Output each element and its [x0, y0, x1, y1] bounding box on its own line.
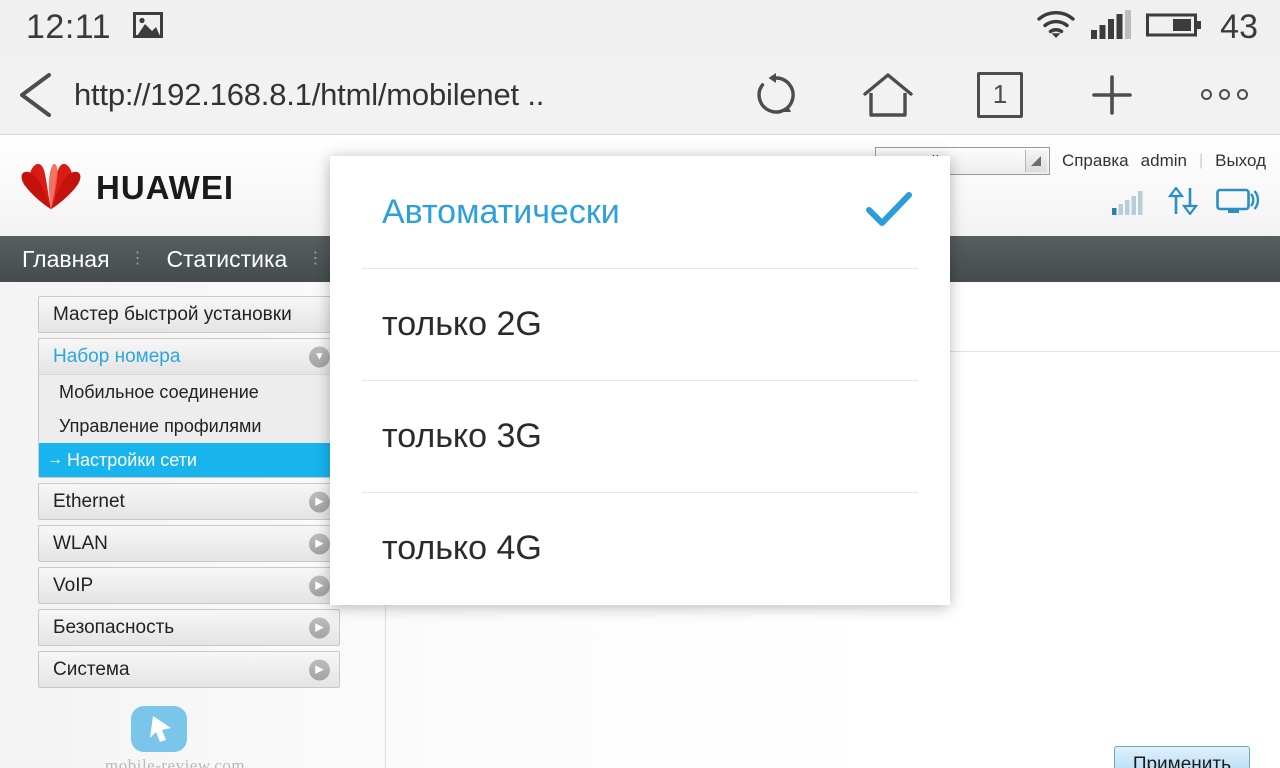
huawei-flower-logo	[20, 157, 82, 218]
home-icon[interactable]	[832, 71, 944, 119]
dialog-option-2g-only[interactable]: только 2G	[330, 268, 950, 380]
huawei-logo: HUAWEI	[20, 157, 234, 218]
android-status-bar: 12:11 43	[0, 0, 1280, 55]
chevron-right-icon: ▶	[309, 575, 330, 596]
nav-item-home[interactable]: Главная	[22, 246, 110, 273]
sidebar-item-profile-management[interactable]: Управление профилями	[39, 409, 339, 443]
dialog-option-label: Автоматически	[382, 192, 620, 231]
refresh-icon[interactable]	[720, 72, 832, 118]
dialog-option-label: только 4G	[382, 528, 542, 567]
nav-separator: ⋮	[307, 250, 325, 267]
more-options-icon[interactable]	[1168, 89, 1280, 100]
sidebar-item-quick-setup[interactable]: Мастер быстрой установки	[38, 296, 340, 333]
sidebar-item-label: WLAN	[53, 532, 108, 554]
sidebar-item-system[interactable]: Система ▶	[38, 651, 340, 688]
logout-link[interactable]: Выход	[1215, 151, 1266, 171]
image-icon	[133, 12, 164, 43]
dialog-option-3g-only[interactable]: только 3G	[330, 380, 950, 492]
status-bar-left: 12:11	[26, 8, 164, 47]
chevron-down-icon: ▼	[309, 346, 330, 367]
battery-icon	[1146, 10, 1202, 45]
sidebar-item-mobile-connection[interactable]: Мобильное соединение	[39, 375, 339, 409]
apply-button-wrap: Применить	[1113, 746, 1250, 768]
sidebar-item-label: Система	[53, 658, 130, 680]
chevron-right-icon: ▶	[309, 491, 330, 512]
nav-item-statistics[interactable]: Статистика	[167, 246, 288, 273]
chevron-right-icon: ▶	[309, 617, 330, 638]
dialog-option-label: только 3G	[382, 416, 542, 455]
battery-level-text: 43	[1220, 8, 1258, 46]
router-status-icons	[1112, 186, 1262, 220]
browser-toolbar-buttons: 1	[720, 71, 1280, 119]
chevron-right-icon: ▶	[309, 659, 330, 680]
back-arrow-icon[interactable]	[0, 71, 74, 119]
apply-button[interactable]: Применить	[1113, 746, 1250, 768]
sidebar-group-dialup-header[interactable]: Набор номера ▼	[39, 339, 339, 375]
screen-root: 12:11 43 http://192.168.8.1/html/mobilen…	[0, 0, 1280, 768]
dialog-option-4g-only[interactable]: только 4G	[330, 492, 950, 604]
status-bar-right: 43	[1036, 8, 1258, 47]
chevron-right-icon: ▶	[309, 533, 330, 554]
wifi-device-icon	[1216, 187, 1262, 220]
sidebar-item-ethernet[interactable]: Ethernet ▶	[38, 483, 340, 520]
url-text[interactable]: http://192.168.8.1/html/mobilenet ..	[74, 77, 544, 113]
sidebar-item-label: Мобильное соединение	[59, 381, 259, 402]
user-label[interactable]: admin	[1141, 151, 1187, 171]
signal-bars-icon	[1112, 191, 1150, 220]
plus-icon[interactable]	[1056, 71, 1168, 119]
wifi-icon	[1036, 10, 1076, 45]
dropdown-arrow-icon	[1024, 150, 1047, 172]
sidebar-item-label: Настройки сети	[67, 449, 197, 470]
sidebar-item-label: Мастер быстрой установки	[53, 303, 292, 325]
tab-count: 1	[977, 71, 1023, 118]
dialog-option-label: только 2G	[382, 304, 542, 343]
dialog-option-automatic[interactable]: Автоматически	[330, 156, 950, 268]
sidebar-item-label: Безопасность	[53, 616, 175, 638]
active-arrow-icon: →	[47, 451, 63, 468]
cellular-signal-icon	[1090, 10, 1132, 45]
nav-separator: ⋮	[129, 250, 147, 267]
tabs-icon[interactable]: 1	[944, 71, 1056, 118]
sidebar-group-dialup: Набор номера ▼ Мобильное соединение Упра…	[38, 338, 340, 478]
network-mode-dialog: Автоматически только 2G только 3G только…	[330, 156, 950, 605]
sidebar-item-voip[interactable]: VoIP ▶	[38, 567, 340, 604]
header-divider: |	[1198, 152, 1204, 169]
sidebar-item-label: Ethernet	[53, 490, 125, 512]
sidebar-item-network-settings[interactable]: → Настройки сети	[39, 443, 339, 477]
help-link[interactable]: Справка	[1062, 151, 1129, 171]
up-down-arrows-icon	[1166, 186, 1200, 220]
brand-name: HUAWEI	[96, 168, 234, 206]
check-icon	[864, 190, 914, 235]
sidebar-item-wlan[interactable]: WLAN ▶	[38, 525, 340, 562]
sidebar: Мастер быстрой установки Набор номера ▼ …	[38, 296, 340, 693]
status-bar-clock: 12:11	[26, 8, 112, 46]
sidebar-item-security[interactable]: Безопасность ▶	[38, 609, 340, 646]
browser-toolbar: http://192.168.8.1/html/mobilenet .. 1	[0, 55, 1280, 135]
sidebar-item-label: Управление профилями	[59, 415, 262, 436]
sidebar-item-label: VoIP	[53, 574, 94, 596]
sidebar-item-label: Набор номера	[53, 345, 181, 367]
